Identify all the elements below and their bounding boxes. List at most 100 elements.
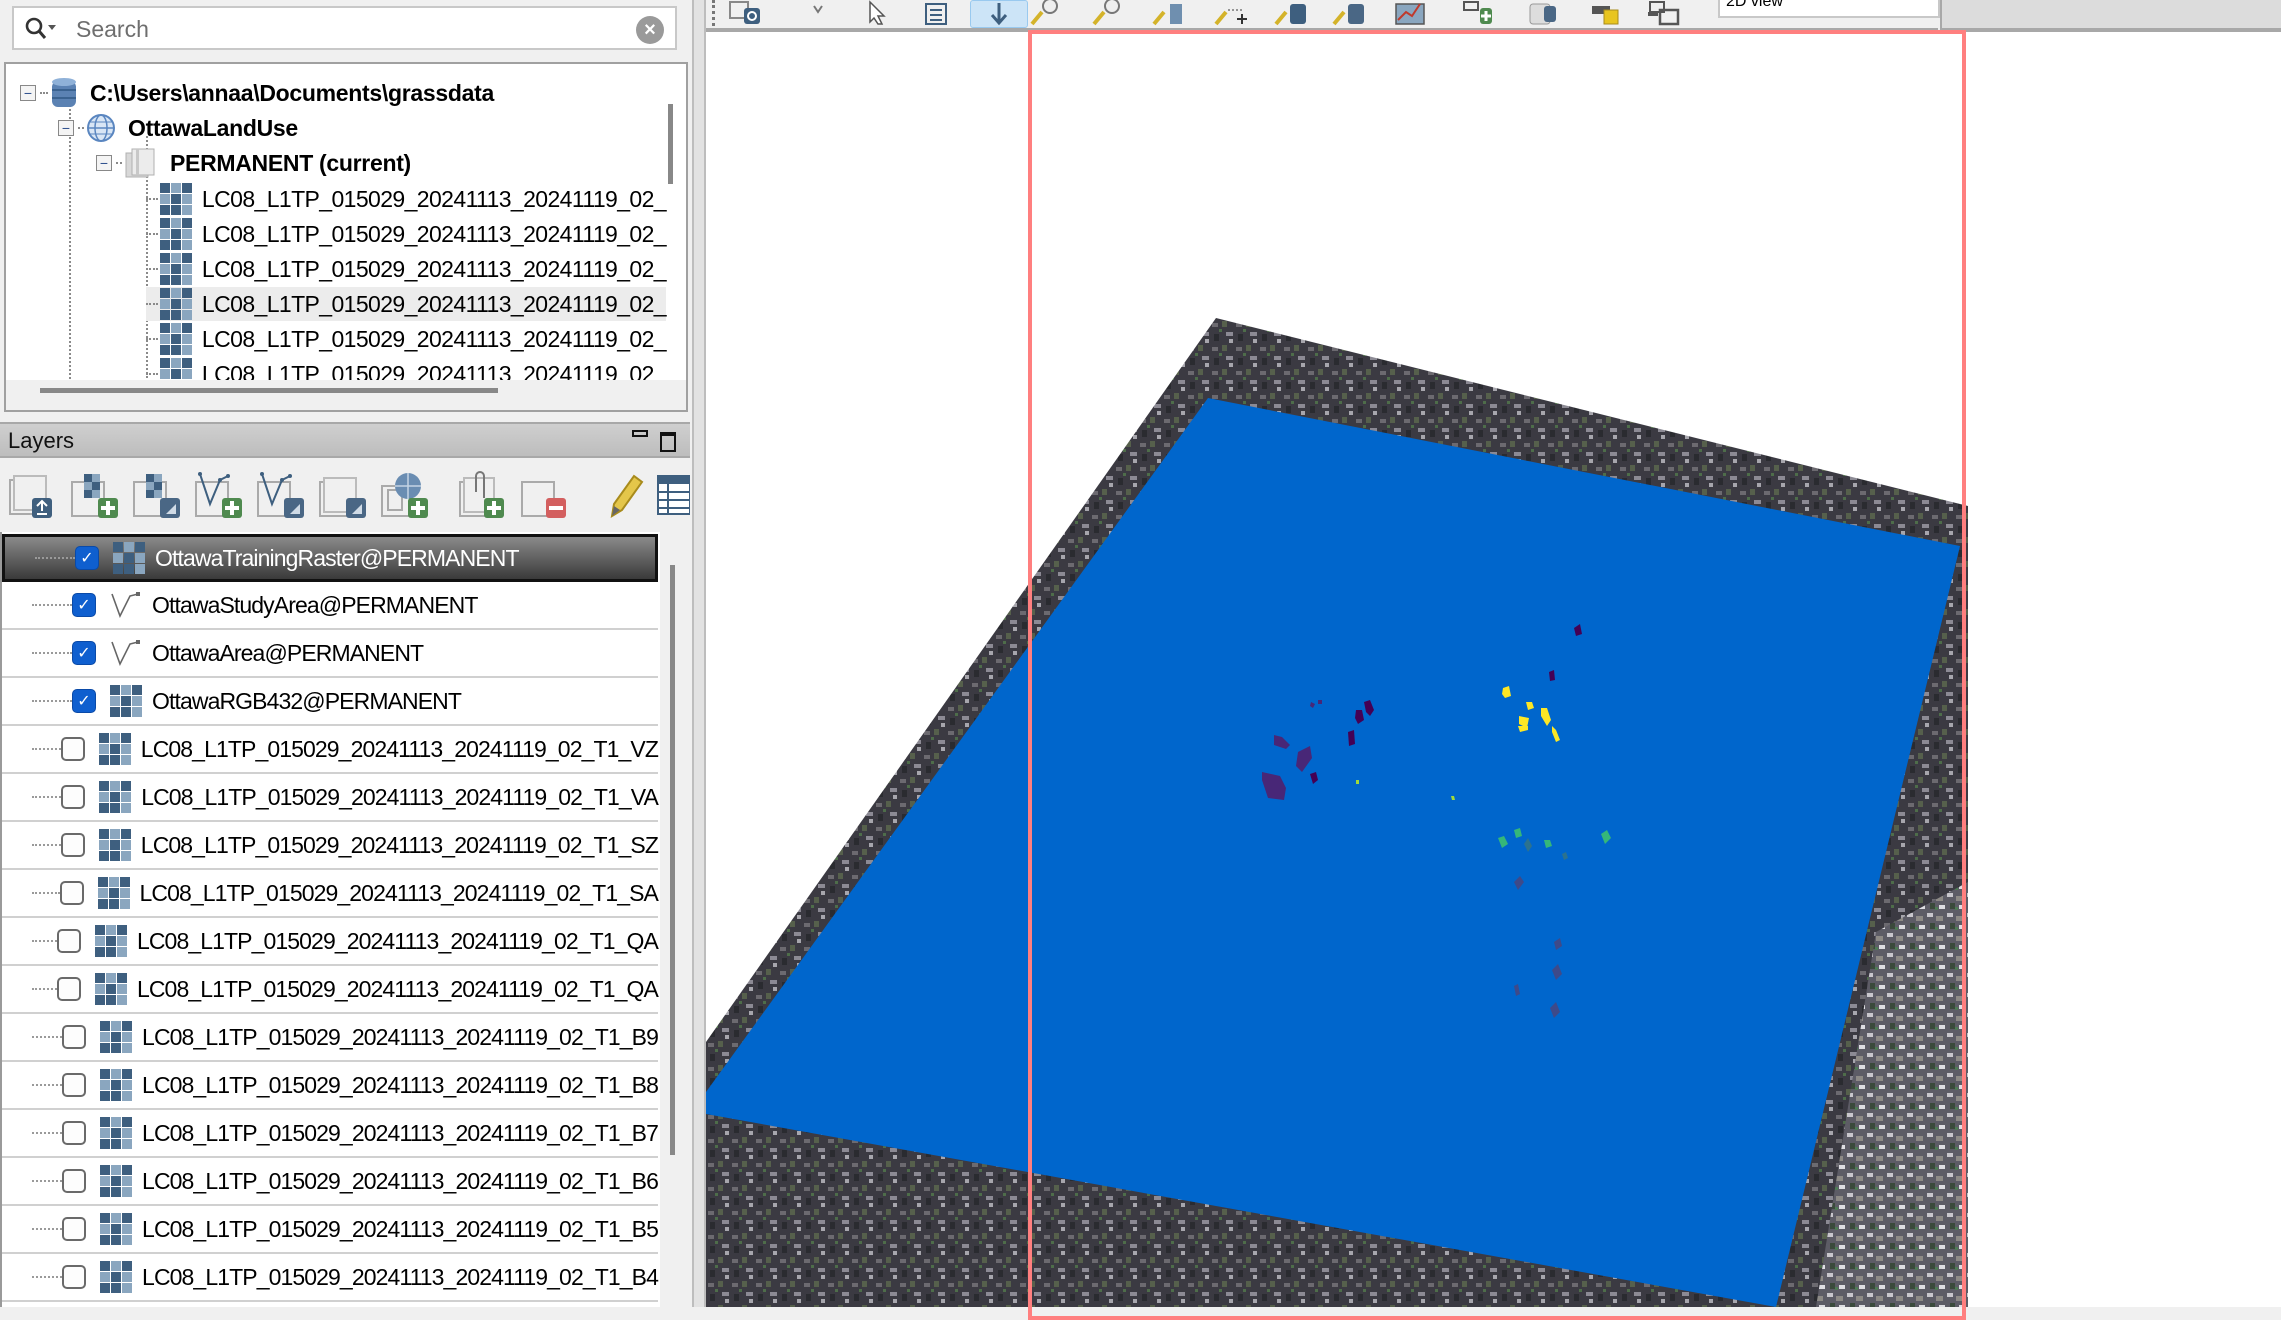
tree-connector bbox=[32, 940, 57, 942]
map-tool-map-switcher[interactable] bbox=[1646, 0, 1686, 26]
float-panel-icon[interactable] bbox=[660, 432, 676, 452]
tree-item-database[interactable]: − C:\Users\annaa\Documents\grassdata bbox=[20, 76, 494, 110]
layer-visibility-checkbox[interactable]: ✓ bbox=[72, 641, 96, 665]
map-tool-zoom-options[interactable] bbox=[1330, 0, 1370, 26]
layer-name: LC08_L1TP_015029_20241113_20241119_02_T1… bbox=[136, 975, 659, 1002]
layer-visibility-checkbox[interactable] bbox=[61, 785, 86, 809]
layer-visibility-checkbox[interactable] bbox=[60, 737, 85, 761]
zoom-extent-icon bbox=[1152, 4, 1182, 26]
layer-row[interactable]: LC08_L1TP_015029_20241113_20241119_02_T1… bbox=[2, 774, 659, 822]
raster-layer-icon bbox=[94, 973, 127, 1005]
layer-row[interactable]: LC08_L1TP_015029_20241113_20241119_02_T1… bbox=[2, 1014, 659, 1062]
layer-visibility-checkbox[interactable] bbox=[62, 1121, 87, 1145]
layer-row[interactable]: LC08_L1TP_015029_20241113_20241119_02_T1… bbox=[2, 870, 659, 918]
layer-visibility-checkbox[interactable] bbox=[62, 1025, 87, 1049]
layer-visibility-checkbox[interactable]: ✓ bbox=[72, 689, 96, 713]
clear-search-icon[interactable]: × bbox=[636, 16, 664, 44]
tree-item-map[interactable]: LC08_L1TP_015029_20241113_20241119_02_ bbox=[146, 322, 667, 356]
tree-item-map[interactable]: LC08_L1TP_015029_20241113_20241119_02_ bbox=[146, 182, 667, 216]
map-tool-analyze[interactable] bbox=[1392, 0, 1432, 26]
layer-visibility-checkbox[interactable] bbox=[62, 1265, 87, 1289]
tree-item-map[interactable]: LC08_L1TP_015029_20241113_20241119_02_ bbox=[146, 252, 667, 286]
tree-horizontal-scrollbar[interactable] bbox=[40, 388, 498, 393]
display-mode-select[interactable]: 2D view bbox=[1718, 0, 1940, 18]
training-patch-class-2 bbox=[1318, 700, 1322, 704]
layer-visibility-checkbox[interactable] bbox=[60, 833, 85, 857]
map-tool-zoom-out[interactable] bbox=[1090, 0, 1130, 26]
add-web-service-icon[interactable] bbox=[380, 470, 430, 520]
search-input[interactable] bbox=[74, 12, 618, 46]
map-tool-pointer[interactable] bbox=[858, 0, 898, 26]
collapse-icon[interactable]: − bbox=[58, 120, 74, 136]
map-tool-query[interactable] bbox=[918, 0, 958, 26]
map-tool-add-overlay[interactable] bbox=[1460, 0, 1500, 26]
add-group-icon[interactable] bbox=[456, 470, 506, 520]
minimize-panel-icon[interactable] bbox=[632, 430, 648, 437]
map-tool-pan[interactable] bbox=[970, 0, 1028, 28]
layer-visibility-checkbox[interactable] bbox=[62, 1169, 87, 1193]
add-overlay-icon[interactable] bbox=[318, 470, 368, 520]
map-name: LC08_L1TP_015029_20241113_20241119_02_ bbox=[201, 290, 667, 317]
map-tool-zoom-region[interactable] bbox=[1272, 0, 1312, 26]
add-raster-misc-icon[interactable] bbox=[132, 470, 182, 520]
layer-visibility-checkbox[interactable] bbox=[62, 1217, 87, 1241]
add-raster-icon[interactable] bbox=[70, 470, 120, 520]
search-icon[interactable] bbox=[24, 16, 58, 42]
map-tool-save-image[interactable] bbox=[1524, 0, 1564, 26]
map-tool-zoom-back[interactable] bbox=[1212, 0, 1252, 26]
layer-row[interactable]: LC08_L1TP_015029_20241113_20241119_02_T1… bbox=[2, 1062, 659, 1110]
layer-row[interactable]: LC08_L1TP_015029_20241113_20241119_02_T1… bbox=[2, 966, 659, 1014]
attribute-table-icon[interactable] bbox=[656, 470, 690, 520]
zoom-in-icon bbox=[1030, 0, 1058, 26]
layer-visibility-checkbox[interactable] bbox=[56, 929, 81, 953]
layer-visibility-checkbox[interactable] bbox=[56, 977, 81, 1001]
layer-row[interactable]: LC08_L1TP_015029_20241113_20241119_02_T1… bbox=[2, 1158, 659, 1206]
layer-row[interactable]: LC08_L1TP_015029_20241113_20241119_02_T1… bbox=[2, 726, 659, 774]
layer-visibility-checkbox[interactable]: ✓ bbox=[72, 593, 96, 617]
map-canvas[interactable] bbox=[706, 32, 2281, 1307]
map-tool-zoom-extent[interactable] bbox=[1150, 0, 1190, 26]
map-tool-render-map[interactable] bbox=[728, 0, 768, 26]
tree-horizontal-scroll-track bbox=[6, 380, 686, 410]
layer-visibility-checkbox[interactable] bbox=[62, 1073, 87, 1097]
layer-name: LC08_L1TP_015029_20241113_20241119_02_T1… bbox=[139, 879, 659, 906]
tree-item-map[interactable]: LC08_L1TP_015029_20241113_20241119_02_ bbox=[146, 217, 667, 251]
layer-name: LC08_L1TP_015029_20241113_20241119_02_T1… bbox=[141, 783, 659, 810]
layer-row[interactable]: LC08_L1TP_015029_20241113_20241119_02_T1… bbox=[2, 822, 659, 870]
layer-row[interactable]: ✓ OttawaArea@PERMANENT bbox=[2, 630, 658, 678]
tree-connector bbox=[32, 748, 61, 750]
toolbar-grip[interactable] bbox=[712, 0, 719, 26]
layer-tree-scroll-track bbox=[660, 532, 690, 1307]
remove-layer-icon[interactable] bbox=[518, 470, 568, 520]
tree-item-mapset[interactable]: − PERMANENT (current) bbox=[96, 146, 411, 180]
search-box[interactable]: × bbox=[12, 6, 677, 50]
add-vector-icon[interactable] bbox=[194, 470, 244, 520]
tree-item-map[interactable]: LC08_L1TP_015029_20241113_20241119_02_ bbox=[146, 287, 667, 321]
pan-icon bbox=[990, 3, 1008, 26]
layer-visibility-checkbox[interactable]: ✓ bbox=[75, 546, 99, 570]
map-tool-zoom-in[interactable] bbox=[1028, 0, 1068, 26]
tree-connector bbox=[35, 557, 75, 559]
panel-splitter[interactable] bbox=[692, 0, 706, 1307]
layer-visibility-checkbox[interactable] bbox=[59, 881, 84, 905]
layer-row[interactable]: LC08_L1TP_015029_20241113_20241119_02_T1… bbox=[2, 918, 659, 966]
tree-connector bbox=[146, 303, 158, 305]
raster-map-icon bbox=[159, 323, 192, 355]
layer-row[interactable]: LC08_L1TP_015029_20241113_20241119_02_T1… bbox=[2, 1206, 659, 1254]
add-vector-misc-icon[interactable] bbox=[256, 470, 306, 520]
tree-connector bbox=[32, 1276, 63, 1278]
map-tool-print[interactable] bbox=[1588, 0, 1628, 26]
collapse-icon[interactable]: − bbox=[20, 85, 36, 101]
load-workspace-icon[interactable] bbox=[8, 470, 58, 520]
layer-row[interactable]: LC08_L1TP_015029_20241113_20241119_02_T1… bbox=[2, 1110, 659, 1158]
tree-item-location[interactable]: − OttawaLandUse bbox=[58, 111, 298, 145]
layer-row[interactable]: ✓ OttawaRGB432@PERMANENT bbox=[2, 678, 658, 726]
layer-tree-vertical-scrollbar[interactable] bbox=[670, 565, 675, 1155]
map-tool-erase[interactable] bbox=[800, 0, 840, 26]
tree-vertical-scrollbar[interactable] bbox=[668, 104, 673, 184]
layer-row[interactable]: LC08_L1TP_015029_20241113_20241119_02_T1… bbox=[2, 1254, 659, 1302]
layer-row[interactable]: ✓ OttawaTrainingRaster@PERMANENT bbox=[2, 534, 658, 582]
collapse-icon[interactable]: − bbox=[96, 155, 112, 171]
layer-row[interactable]: ✓ OttawaStudyArea@PERMANENT bbox=[2, 582, 658, 630]
edit-vector-icon[interactable] bbox=[596, 470, 646, 520]
